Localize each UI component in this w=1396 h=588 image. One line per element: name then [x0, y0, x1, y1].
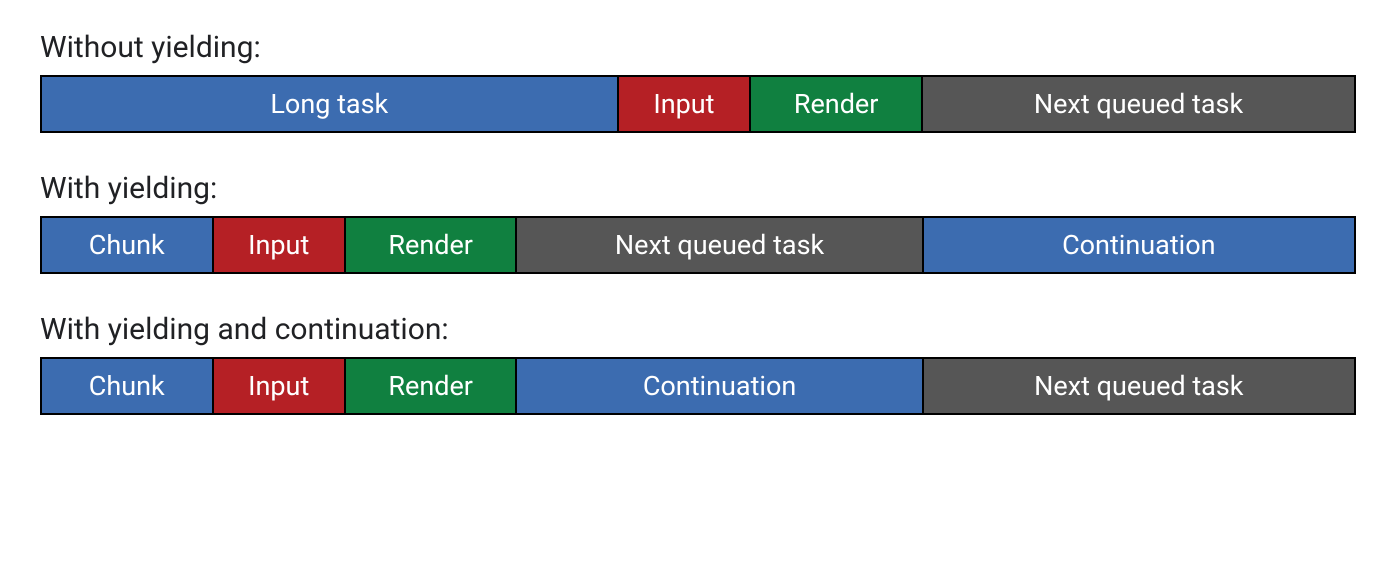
- section-without-yielding: Without yielding: Long task Input Render…: [40, 30, 1356, 133]
- task-bar: Long task Input Render Next queued task: [40, 75, 1356, 133]
- segment-input: Input: [214, 218, 346, 272]
- segment-chunk: Chunk: [42, 359, 214, 413]
- segment-render: Render: [751, 77, 923, 131]
- segment-continuation: Continuation: [517, 359, 923, 413]
- task-bar: Chunk Input Render Continuation Next que…: [40, 357, 1356, 415]
- segment-next-queued-task: Next queued task: [517, 218, 923, 272]
- segment-render: Render: [346, 359, 518, 413]
- section-title: With yielding:: [40, 171, 1356, 206]
- segment-render: Render: [346, 218, 518, 272]
- segment-chunk: Chunk: [42, 218, 214, 272]
- segment-next-queued-task: Next queued task: [923, 77, 1354, 131]
- section-with-yielding: With yielding: Chunk Input Render Next q…: [40, 171, 1356, 274]
- segment-long-task: Long task: [42, 77, 619, 131]
- section-title: Without yielding:: [40, 30, 1356, 65]
- segment-input: Input: [214, 359, 346, 413]
- segment-next-queued-task: Next queued task: [924, 359, 1354, 413]
- task-bar: Chunk Input Render Next queued task Cont…: [40, 216, 1356, 274]
- segment-continuation: Continuation: [924, 218, 1354, 272]
- section-title: With yielding and continuation:: [40, 312, 1356, 347]
- segment-input: Input: [619, 77, 752, 131]
- section-with-yielding-and-continuation: With yielding and continuation: Chunk In…: [40, 312, 1356, 415]
